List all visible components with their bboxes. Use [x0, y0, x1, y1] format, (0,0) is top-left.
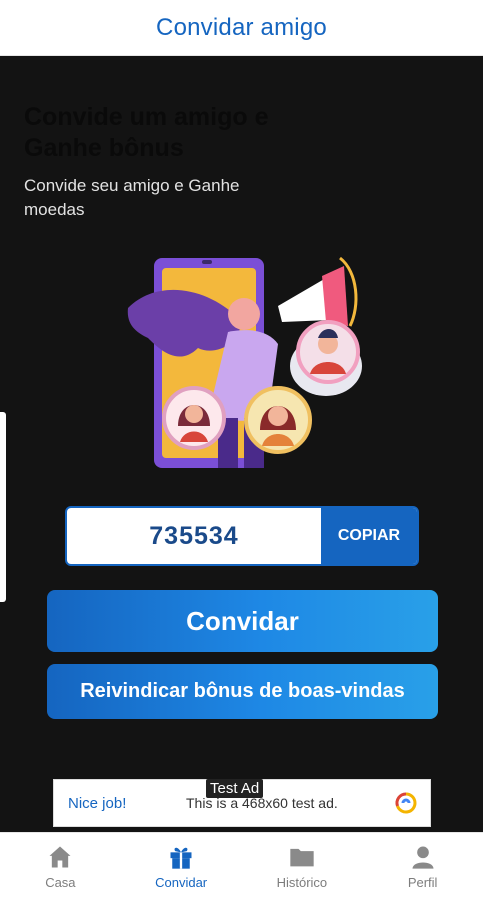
- ad-logo-icon: [395, 792, 417, 814]
- invite-button[interactable]: Convidar: [47, 590, 438, 652]
- app-bar: Convidar amigo: [0, 0, 483, 56]
- nav-label: Histórico: [276, 875, 328, 890]
- headline: Convide um amigo e Ganhe bônus: [24, 103, 269, 162]
- invite-illustration: [127, 256, 362, 468]
- copy-button[interactable]: COPIAR: [321, 508, 417, 564]
- claim-bonus-button[interactable]: Reivindicar bônus de boas-vindas: [47, 664, 438, 719]
- referral-code: 735534: [149, 521, 239, 550]
- ad-label: Test Ad: [206, 779, 264, 798]
- side-handle[interactable]: [0, 412, 6, 602]
- nav-label: Convidar: [155, 875, 208, 890]
- nav-label: Perfil: [407, 875, 438, 890]
- ad-nice-text: Nice job!: [68, 794, 127, 812]
- folder-icon: [290, 848, 314, 867]
- invite-content: Convide um amigo e Ganhe bônus Convide s…: [0, 56, 483, 832]
- person-icon: [412, 846, 434, 869]
- gift-icon: [170, 847, 192, 869]
- nav-label: Casa: [45, 875, 76, 890]
- nav-item-casa[interactable]: Casa: [0, 833, 121, 900]
- bottom-nav: Casa Convidar Histórico Perfil: [0, 832, 483, 900]
- nav-item-perfil[interactable]: Perfil: [362, 833, 483, 900]
- nav-item-historico[interactable]: Histórico: [242, 833, 363, 900]
- subline: Convide seu amigo e Ganhe moedas: [24, 176, 240, 219]
- nav-item-convidar[interactable]: Convidar: [121, 833, 242, 900]
- referral-code-box: 735534 COPIAR: [65, 506, 419, 566]
- page-title: Convidar amigo: [156, 13, 327, 41]
- home-icon: [49, 846, 71, 868]
